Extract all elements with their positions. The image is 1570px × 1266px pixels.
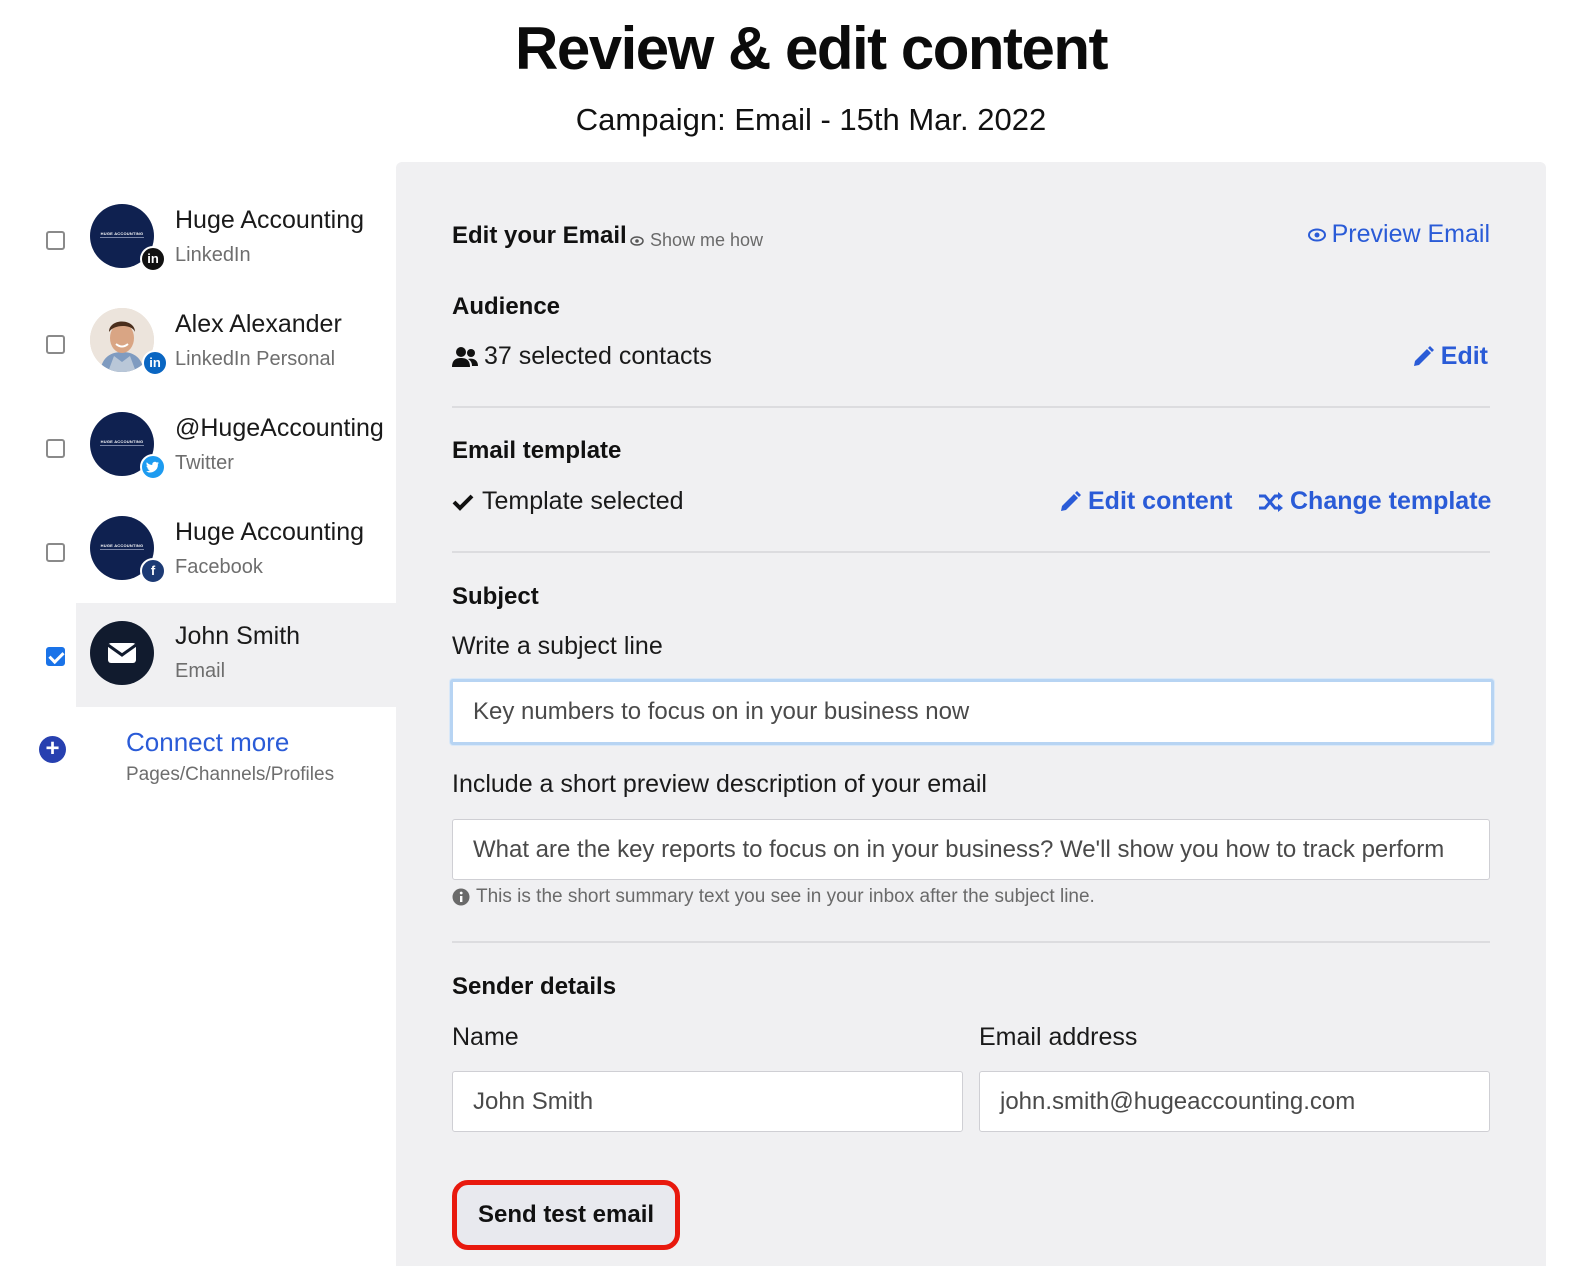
subject-line-label: Write a subject line — [452, 632, 663, 660]
email-avatar — [90, 621, 154, 685]
company-logo-avatar: HUGE ACCOUNTING f — [90, 516, 166, 584]
show-me-how-link[interactable]: Show me how — [630, 230, 763, 251]
sender-email-input[interactable]: john.smith@hugeaccounting.com — [979, 1071, 1490, 1132]
send-test-email-button[interactable]: Send test email — [452, 1180, 680, 1250]
logo-text: HUGE ACCOUNTING — [100, 543, 144, 548]
pencil-icon — [1061, 490, 1081, 511]
sender-details-heading: Sender details — [452, 973, 617, 1000]
edit-content-label: Edit content — [1088, 487, 1233, 515]
account-item-huge-accounting-twitter[interactable]: HUGE ACCOUNTING @HugeAccounting Twitter — [0, 396, 396, 500]
preview-hint: This is the short summary text you see i… — [452, 886, 1095, 908]
logo-text: HUGE ACCOUNTING — [100, 231, 144, 236]
change-template-label: Change template — [1290, 487, 1492, 515]
account-name: John Smith — [175, 622, 301, 650]
page-subtitle: Campaign: Email - 15th Mar. 2022 — [575, 102, 1047, 137]
facebook-icon: f — [140, 558, 166, 584]
account-type: LinkedIn — [175, 244, 251, 266]
pencil-icon — [1413, 345, 1434, 366]
change-template-button[interactable]: Change template — [1258, 487, 1491, 516]
edit-content-button[interactable]: Edit content — [1058, 487, 1232, 516]
preview-email-link[interactable]: Preview Email — [1307, 220, 1490, 249]
account-item-huge-accounting-facebook[interactable]: HUGE ACCOUNTING f Huge Accounting Facebo… — [0, 500, 396, 604]
twitter-icon — [140, 454, 166, 480]
checkmark-icon — [452, 494, 474, 511]
account-type: Facebook — [175, 556, 263, 578]
linkedin-icon: in — [142, 350, 168, 376]
account-checkbox[interactable] — [46, 231, 65, 250]
account-item-john-smith-email[interactable]: John Smith Email — [46, 603, 396, 707]
audience-heading: Audience — [452, 293, 561, 320]
edit-audience-button[interactable]: Edit — [1411, 342, 1488, 371]
divider — [452, 551, 1490, 553]
linkedin-icon: in — [140, 246, 166, 272]
eye-icon — [1307, 228, 1326, 241]
plus-circle-icon[interactable]: + — [39, 736, 66, 763]
connect-more-subtext: Pages/Channels/Profiles — [126, 764, 335, 785]
account-type: LinkedIn Personal — [175, 348, 336, 370]
edit-audience-label: Edit — [1440, 342, 1488, 370]
account-name: Alex Alexander — [175, 310, 342, 338]
connect-more-link[interactable]: Connect more — [126, 727, 289, 758]
email-editor-panel: Edit your Email Show me how Preview Emai… — [396, 162, 1546, 1266]
shuffle-icon — [1259, 491, 1283, 512]
sender-email-label: Email address — [979, 1023, 1138, 1051]
account-name: Huge Accounting — [175, 206, 365, 234]
contacts-count: 37 selected contacts — [484, 342, 712, 370]
account-name: Huge Accounting — [175, 518, 365, 546]
info-icon — [452, 888, 470, 906]
preview-email-label: Preview Email — [1331, 220, 1490, 248]
company-logo-avatar: HUGE ACCOUNTING in — [90, 204, 166, 272]
account-checkbox[interactable] — [46, 335, 65, 354]
account-item-huge-accounting-linkedin[interactable]: HUGE ACCOUNTING in Huge Accounting Linke… — [0, 188, 396, 292]
sender-name-label: Name — [452, 1023, 519, 1051]
template-heading: Email template — [452, 437, 622, 464]
subject-line-input[interactable]: Key numbers to focus on in your business… — [450, 679, 1494, 745]
account-name: @HugeAccounting — [175, 414, 384, 442]
divider — [452, 941, 1490, 943]
show-me-how-label: Show me how — [650, 230, 764, 250]
preview-hint-text: This is the short summary text you see i… — [476, 886, 1095, 907]
logo-text: HUGE ACCOUNTING — [100, 439, 144, 444]
audience-summary: 37 selected contacts — [452, 342, 712, 371]
subject-heading: Subject — [452, 583, 539, 610]
account-checkbox[interactable] — [46, 647, 65, 666]
template-status: Template selected — [452, 487, 684, 516]
account-checkbox[interactable] — [46, 439, 65, 458]
editor-title: Edit your Email — [452, 222, 627, 249]
sender-name-input[interactable]: John Smith — [452, 1071, 963, 1132]
template-status-label: Template selected — [482, 487, 684, 515]
divider — [452, 406, 1490, 408]
page-title: Review & edit content — [515, 15, 1108, 82]
users-icon — [452, 346, 478, 367]
preview-description-label: Include a short preview description of y… — [452, 770, 987, 798]
account-type: Email — [175, 660, 226, 682]
account-type: Twitter — [175, 452, 234, 474]
company-logo-avatar: HUGE ACCOUNTING — [90, 412, 166, 480]
preview-description-input[interactable]: What are the key reports to focus on in … — [452, 819, 1490, 880]
eye-icon — [630, 235, 644, 246]
account-item-alex-alexander[interactable]: in Alex Alexander LinkedIn Personal — [0, 292, 396, 396]
account-checkbox[interactable] — [46, 543, 65, 562]
